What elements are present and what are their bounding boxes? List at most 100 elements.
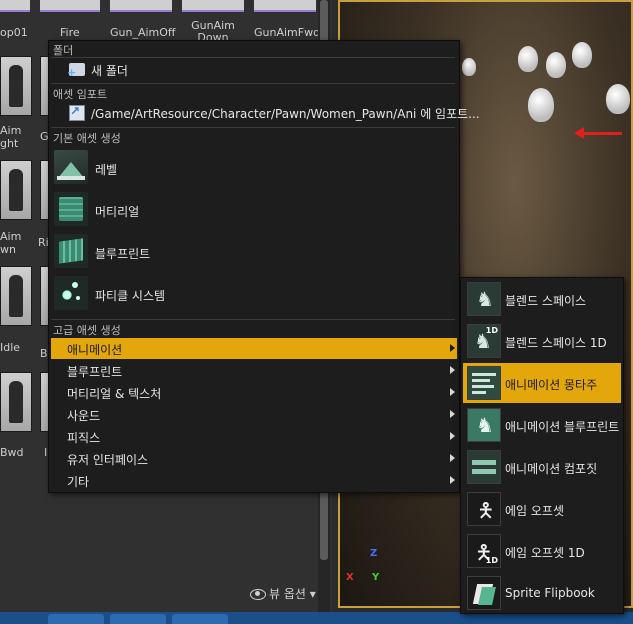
asset-label: I bbox=[44, 446, 48, 459]
section-header-basic: 기본 애셋 생성 bbox=[53, 132, 121, 145]
asset-label: ght bbox=[0, 137, 19, 150]
animation-blueprint-icon: ♞ bbox=[467, 408, 501, 442]
aim-offset-1d-label: 에임 오프셋 1D bbox=[505, 546, 585, 560]
asset-label: B bbox=[40, 347, 48, 360]
divider bbox=[51, 127, 455, 128]
taskbar-button[interactable] bbox=[172, 614, 228, 624]
sprite-flipbook-icon bbox=[467, 576, 501, 610]
divider bbox=[51, 83, 455, 84]
sprite-flipbook-label: Sprite Flipbook bbox=[505, 586, 595, 600]
submenu-materials-textures[interactable]: 머티리얼 & 텍스처 bbox=[51, 382, 457, 403]
level-icon bbox=[54, 150, 88, 184]
submenu-sound[interactable]: 사운드 bbox=[51, 404, 457, 425]
taskbar-button[interactable] bbox=[48, 614, 104, 624]
sprite-flipbook-item[interactable]: Sprite Flipbook bbox=[463, 573, 621, 613]
asset-label: GunAimFwd bbox=[254, 26, 321, 39]
aim-offset-icon: 🯅 bbox=[467, 492, 501, 526]
asset-label: Idle bbox=[0, 341, 21, 354]
badge-1d: 1D bbox=[485, 556, 498, 565]
new-folder-item[interactable]: + 새 폴더 bbox=[51, 59, 457, 81]
create-particle-system-item[interactable]: 파티클 시스템 bbox=[51, 273, 457, 313]
animation-montage-item[interactable]: 애니메이션 몽타주 bbox=[463, 363, 621, 403]
section-header-import: 애셋 임포트 bbox=[53, 88, 108, 101]
submenu-blueprint[interactable]: 블루프린트 bbox=[51, 360, 457, 381]
axis-z-label: Z bbox=[370, 548, 378, 559]
animation-blueprint-item[interactable]: ♞ 애니메이션 블루프린트 bbox=[463, 405, 621, 445]
chevron-right-icon bbox=[450, 476, 455, 484]
animation-composite-label: 애니메이션 컴포짓 bbox=[505, 462, 598, 476]
create-level-item[interactable]: 레벨 bbox=[51, 147, 457, 187]
create-material-item[interactable]: 머티리얼 bbox=[51, 189, 457, 229]
import-path-label: /Game/ArtResource/Character/Pawn/Women_P… bbox=[91, 107, 480, 121]
material-icon bbox=[54, 192, 88, 226]
submenu-user-interface-label: 유저 인터페이스 bbox=[67, 453, 149, 467]
blend-space-label: 블렌드 스페이스 bbox=[505, 294, 587, 308]
asset-label: Bwd bbox=[0, 446, 24, 459]
new-folder-label: 새 폴더 bbox=[91, 64, 128, 78]
animation-blueprint-label: 애니메이션 블루프린트 bbox=[505, 420, 620, 434]
import-item[interactable]: ↗ /Game/ArtResource/Character/Pawn/Women… bbox=[51, 102, 480, 124]
animation-montage-label: 애니메이션 몽타주 bbox=[505, 378, 598, 392]
aim-offset-label: 에임 오프셋 bbox=[505, 504, 565, 518]
context-menu: 폴더 + 새 폴더 애셋 임포트 ↗ /Game/ArtResource/Cha… bbox=[48, 40, 480, 493]
axis-x-label: X bbox=[346, 572, 354, 583]
animation-composite-icon bbox=[467, 450, 501, 484]
create-particle-system-label: 파티클 시스템 bbox=[95, 289, 166, 303]
asset-thumbnail[interactable] bbox=[0, 372, 32, 432]
asset-thumbnail[interactable] bbox=[0, 160, 32, 220]
light-bulb-icon bbox=[546, 52, 566, 78]
submenu-physics[interactable]: 피직스 bbox=[51, 426, 457, 447]
animation-montage-icon bbox=[467, 366, 501, 400]
submenu-sound-label: 사운드 bbox=[67, 409, 101, 423]
asset-thumbnail[interactable] bbox=[0, 266, 32, 326]
divider bbox=[51, 319, 455, 320]
blend-space-1d-label: 블렌드 스페이스 1D bbox=[505, 336, 607, 350]
submenu-miscellaneous[interactable]: 기타 bbox=[51, 470, 457, 491]
animation-composite-item[interactable]: 애니메이션 컴포짓 bbox=[463, 447, 621, 487]
section-header-folder: 폴더 bbox=[53, 44, 74, 57]
submenu-user-interface[interactable]: 유저 인터페이스 bbox=[51, 448, 457, 469]
chevron-right-icon bbox=[450, 454, 455, 462]
light-bulb-icon bbox=[572, 42, 592, 68]
view-options-button[interactable]: 뷰 옵션 ▾ bbox=[250, 585, 316, 602]
blend-space-icon: ♞ bbox=[467, 282, 501, 316]
light-bulb-icon bbox=[462, 58, 476, 76]
submenu-blueprint-label: 블루프린트 bbox=[67, 365, 123, 379]
chevron-right-icon bbox=[450, 410, 455, 418]
asset-label: Aim bbox=[0, 230, 22, 243]
asset-thumbnail[interactable] bbox=[254, 0, 316, 12]
blend-space-1d-item[interactable]: ♞ 1D 블렌드 스페이스 1D bbox=[463, 321, 621, 361]
aim-offset-1d-icon: 🯅 1D bbox=[467, 534, 501, 568]
submenu-animation[interactable]: 애니메이션 bbox=[51, 338, 457, 359]
submenu-physics-label: 피직스 bbox=[67, 431, 101, 445]
asset-label: wn bbox=[0, 243, 16, 256]
arrow-icon bbox=[574, 127, 622, 139]
import-arrow-icon: ↗ bbox=[70, 104, 81, 118]
light-bulb-icon bbox=[518, 46, 538, 72]
chevron-right-icon bbox=[450, 344, 455, 352]
axis-y-label: Y bbox=[372, 572, 380, 583]
chevron-right-icon bbox=[450, 388, 455, 396]
submenu-materials-textures-label: 머티리얼 & 텍스처 bbox=[67, 387, 162, 401]
asset-thumbnail[interactable] bbox=[110, 0, 172, 12]
asset-thumbnail[interactable] bbox=[0, 56, 32, 116]
divider bbox=[51, 57, 455, 58]
asset-thumbnail[interactable] bbox=[0, 0, 30, 12]
chevron-right-icon bbox=[450, 366, 455, 374]
asset-thumbnail[interactable] bbox=[40, 0, 100, 12]
animation-submenu: ♞ 블렌드 스페이스 ♞ 1D 블렌드 스페이스 1D 애니메이션 몽타주 ♞ 애… bbox=[460, 277, 624, 614]
blend-space-item[interactable]: ♞ 블렌드 스페이스 bbox=[463, 279, 621, 319]
create-level-label: 레벨 bbox=[95, 163, 118, 177]
taskbar-button[interactable] bbox=[110, 614, 166, 624]
section-header-advanced: 고급 애셋 생성 bbox=[53, 324, 121, 337]
blend-space-1d-icon: ♞ 1D bbox=[467, 324, 501, 358]
aim-offset-item[interactable]: 🯅 에임 오프셋 bbox=[463, 489, 621, 529]
chevron-right-icon bbox=[450, 432, 455, 440]
badge-1d: 1D bbox=[485, 326, 498, 335]
asset-thumbnail[interactable] bbox=[182, 0, 244, 12]
create-blueprint-item[interactable]: 블루프린트 bbox=[51, 231, 457, 271]
aim-offset-1d-item[interactable]: 🯅 1D 에임 오프셋 1D bbox=[463, 531, 621, 571]
light-bulb-icon bbox=[606, 84, 630, 114]
submenu-miscellaneous-label: 기타 bbox=[67, 475, 90, 489]
asset-label: Gun_AimOff bbox=[110, 26, 176, 39]
